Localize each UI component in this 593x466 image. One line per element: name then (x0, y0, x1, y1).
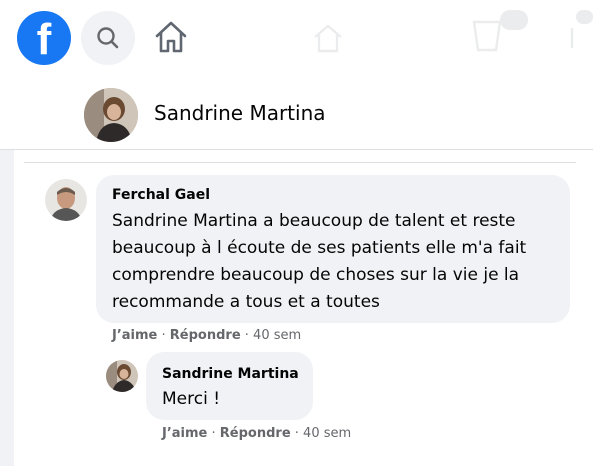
reply-actions: J’aime · Répondre · 40 sem (162, 426, 351, 441)
divider (24, 162, 576, 163)
comment-bubble: Ferchal Gael Sandrine Martina a beaucoup… (96, 175, 570, 323)
separator: · (240, 328, 254, 343)
profile-name[interactable]: Sandrine Martina (154, 101, 326, 125)
reply-author-photo (106, 360, 138, 392)
avatar[interactable] (106, 360, 138, 392)
like-link[interactable]: J’aime (112, 328, 157, 343)
reply-link[interactable]: Répondre (170, 328, 241, 343)
profile-photo (84, 88, 138, 142)
faded-menu-icon (570, 10, 593, 48)
facebook-logo-icon[interactable]: f (17, 11, 71, 65)
separator: · (207, 426, 220, 441)
home-button[interactable] (148, 14, 194, 60)
comments-panel: Ferchal Gael Sandrine Martina a beaucoup… (14, 150, 593, 466)
reply-text: Merci ! (162, 389, 221, 409)
facebook-logo-glyph: f (36, 15, 52, 64)
avatar[interactable] (84, 88, 138, 142)
search-button[interactable] (81, 11, 135, 65)
faded-store-icon (472, 10, 528, 52)
home-icon (155, 21, 187, 53)
search-icon (97, 27, 119, 49)
reply-time[interactable]: 40 sem (303, 426, 351, 441)
top-navigation-bar: f (0, 0, 593, 74)
comment-time[interactable]: 40 sem (253, 328, 301, 343)
comment-author[interactable]: Ferchal Gael (112, 187, 210, 203)
avatar[interactable] (45, 179, 87, 221)
faded-home-icon (314, 24, 342, 53)
like-link[interactable]: J’aime (162, 426, 207, 441)
comment-text: Sandrine Martina a beaucoup de talent et… (112, 211, 527, 312)
commenter-photo (45, 179, 87, 221)
comment-actions: J’aime · Répondre · 40 sem (112, 328, 301, 343)
profile-header: Sandrine Martina (0, 74, 593, 150)
reply-bubble: Sandrine Martina Merci ! (146, 352, 313, 420)
reply-link[interactable]: Répondre (220, 426, 291, 441)
separator: · (157, 328, 170, 343)
reply-author[interactable]: Sandrine Martina (162, 366, 299, 382)
separator: · (290, 426, 304, 441)
